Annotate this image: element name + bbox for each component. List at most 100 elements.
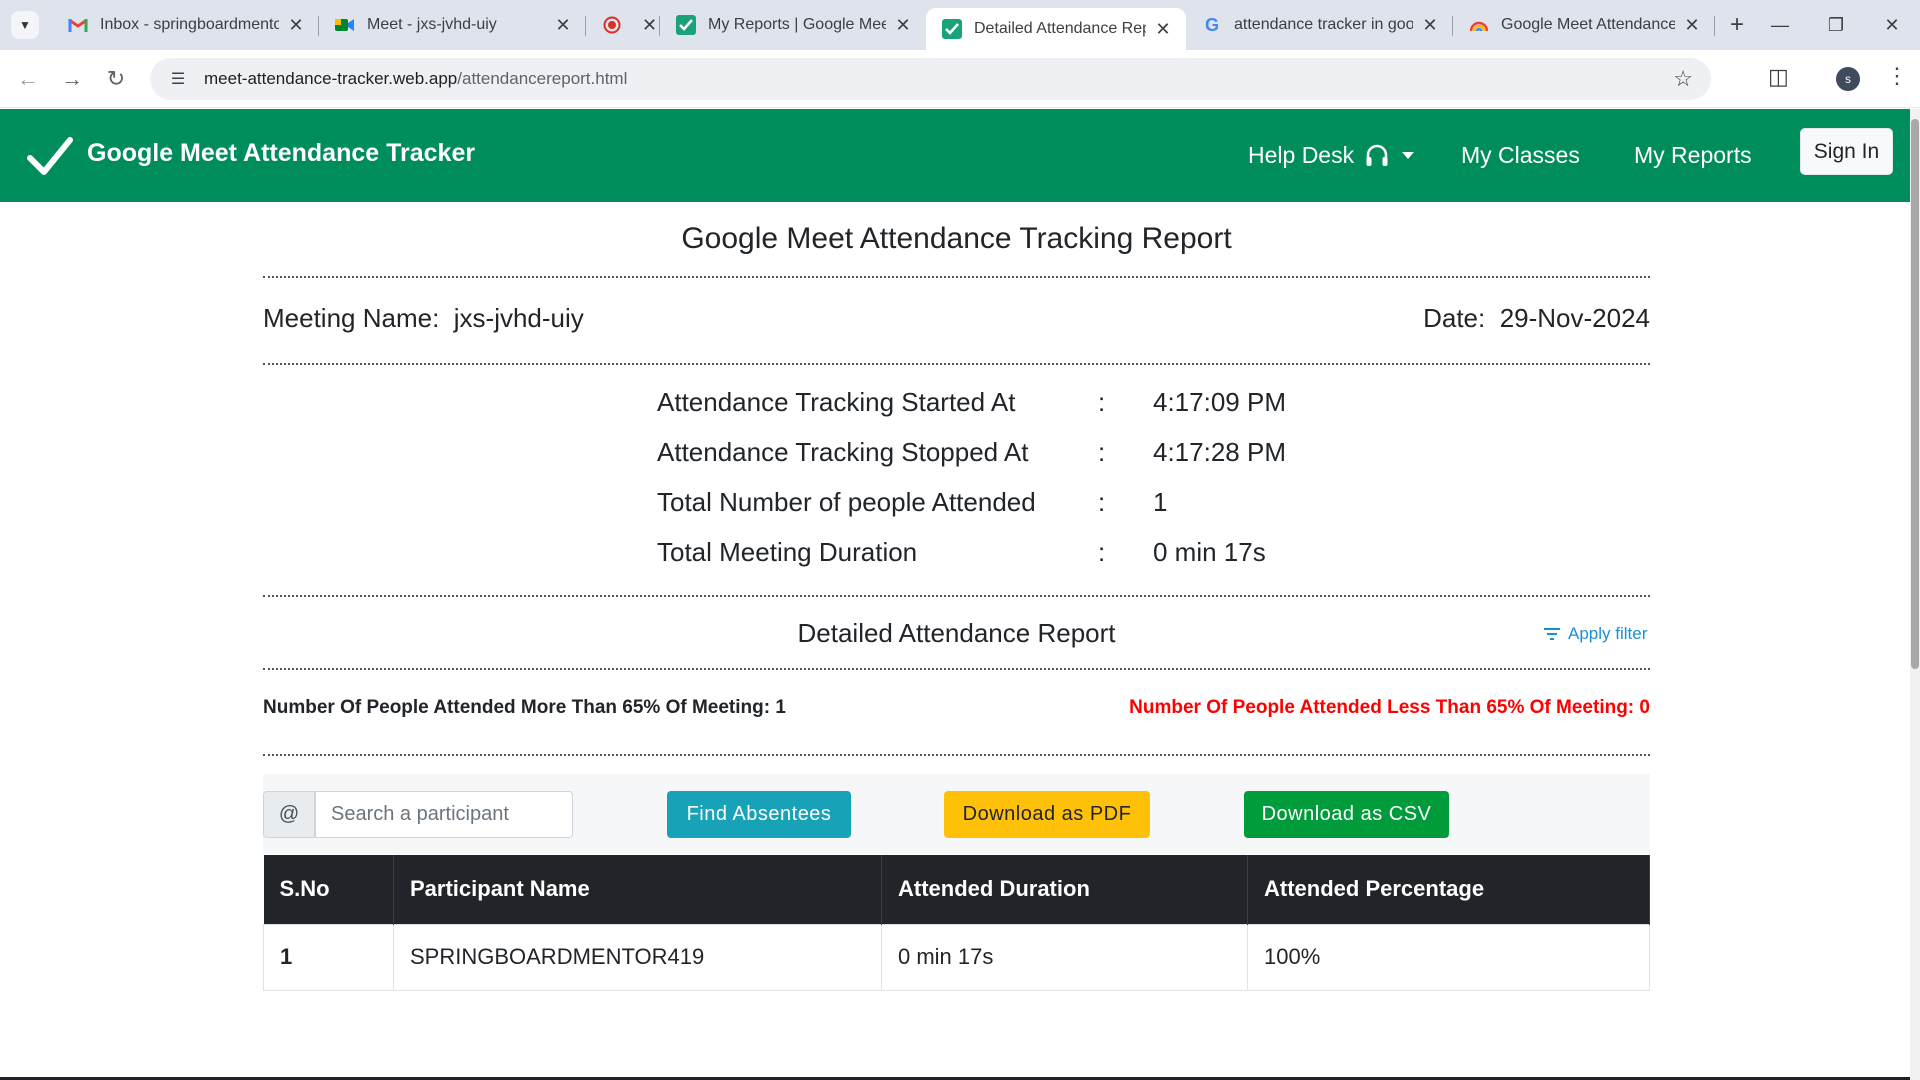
close-icon[interactable]: ✕ (287, 15, 305, 36)
address-bar[interactable]: ☰ meet-attendance-tracker.web.app/attend… (150, 58, 1711, 100)
close-icon[interactable]: ✕ (1421, 15, 1439, 36)
stat-stopped-label: Attendance Tracking Stopped At (657, 437, 1029, 467)
tab-detailed-attendance-report[interactable]: Detailed Attendance Repor ✕ (926, 8, 1186, 50)
tab-title: attendance tracker in goog (1234, 16, 1413, 33)
close-icon[interactable]: ✕ (554, 15, 572, 36)
close-icon[interactable]: ✕ (1154, 19, 1172, 40)
nav-my-reports[interactable]: My Reports (1634, 142, 1752, 169)
divider (263, 363, 1650, 365)
divider (263, 276, 1650, 278)
download-pdf-button[interactable]: Download as PDF (944, 791, 1150, 838)
column-header: Attended Percentage (1247, 855, 1650, 924)
search-participant-input[interactable] (315, 791, 573, 838)
tab-search-chevron-icon[interactable]: ▼ (11, 11, 39, 39)
site-settings-icon[interactable]: ☰ (164, 69, 192, 89)
find-absentees-button[interactable]: Find Absentees (667, 791, 851, 838)
divider (263, 754, 1650, 756)
url-text: meet-attendance-tracker.web.app/attendan… (204, 69, 627, 89)
filter-icon (1544, 628, 1560, 640)
stat-duration-label: Total Meeting Duration (657, 537, 918, 567)
window-controls: — ❐ ✕ (1752, 0, 1920, 50)
restore-icon[interactable]: ❐ (1808, 0, 1864, 50)
extensions-puzzle-icon[interactable]: ◫ (1768, 64, 1789, 90)
google-icon: G (1204, 14, 1219, 35)
url-path: /attendancereport.html (457, 69, 628, 88)
at-addon: @ (263, 791, 315, 838)
stat-stopped-value: 4:17:28 PM (1153, 437, 1286, 467)
window-close-icon[interactable]: ✕ (1864, 0, 1920, 50)
download-csv-button[interactable]: Download as CSV (1244, 791, 1449, 838)
stat-colon: : (1098, 387, 1106, 417)
meeting-date: Date: 29-Nov-2024 (1423, 303, 1650, 334)
table-header-row: S.No Participant Name Attended Duration … (263, 855, 1650, 924)
attended-less-than-count: Number Of People Attended Less Than 65% … (1129, 697, 1650, 719)
close-icon[interactable]: ✕ (1683, 15, 1701, 36)
date-value: 29-Nov-2024 (1499, 303, 1650, 333)
back-arrow-icon[interactable]: ← (6, 66, 50, 92)
cell-sno: 1 (263, 923, 394, 991)
bookmark-star-icon[interactable]: ☆ (1673, 66, 1693, 92)
divider (263, 668, 1650, 670)
sign-in-button[interactable]: Sign In (1800, 128, 1893, 175)
app-navbar: Google Meet Attendance Tracker Help Desk… (0, 109, 1910, 202)
column-header: S.No (263, 855, 394, 924)
attendance-check-icon (676, 15, 696, 35)
column-header: Participant Name (393, 855, 882, 924)
page-scrollbar[interactable] (1910, 109, 1920, 1080)
meeting-name-label: Meeting Name: (263, 303, 440, 333)
browser-tab-strip: ▼ Inbox - springboardmento ✕ Meet - jxs-… (0, 0, 1920, 50)
more-than-label: Number Of People Attended More Than 65% … (263, 697, 771, 718)
profile-avatar[interactable]: s (1836, 67, 1860, 91)
nav-my-classes[interactable]: My Classes (1461, 142, 1580, 169)
google-meet-icon (335, 15, 355, 35)
close-icon[interactable]: ✕ (642, 15, 657, 36)
browser-menu-icon[interactable]: ⋮ (1886, 63, 1908, 89)
detailed-report-title: Detailed Attendance Report (797, 618, 1116, 648)
headset-icon (1366, 144, 1388, 166)
tab-title: Meet - jxs-jvhd-uiy (367, 16, 497, 33)
stat-started-label: Attendance Tracking Started At (657, 387, 1016, 417)
tab-google-search[interactable]: G attendance tracker in goog ✕ (1186, 0, 1453, 50)
scrollbar-thumb[interactable] (1911, 119, 1919, 669)
brand-title[interactable]: Google Meet Attendance Tracker (87, 139, 475, 168)
forward-arrow-icon[interactable]: → (50, 66, 94, 92)
tab-title: My Reports | Google Meet (708, 16, 886, 33)
gmail-icon (68, 15, 88, 35)
less-than-label: Number Of People Attended Less Than 65% … (1129, 697, 1635, 718)
stat-colon: : (1098, 437, 1106, 467)
stat-total-people-label: Total Number of people Attended (657, 487, 1036, 517)
stat-started-value: 4:17:09 PM (1153, 387, 1286, 417)
tab-meet[interactable]: Meet - jxs-jvhd-uiy ✕ (319, 0, 586, 50)
tab-recording[interactable]: ✕ (586, 0, 660, 50)
new-tab-plus-icon[interactable]: + (1723, 11, 1751, 39)
date-label: Date: (1423, 303, 1486, 333)
browser-toolbar: ← → ↻ ☰ meet-attendance-tracker.web.app/… (0, 50, 1920, 108)
rainbow-icon (1469, 15, 1489, 35)
chevron-down-icon (1402, 152, 1415, 159)
meeting-name: Meeting Name: jxs-jvhd-uiy (263, 303, 584, 334)
tab-list: Inbox - springboardmento ✕ Meet - jxs-jv… (52, 0, 1715, 50)
help-desk-label: Help Desk (1248, 142, 1355, 168)
checkmark-logo-icon[interactable] (27, 136, 73, 176)
tab-inbox[interactable]: Inbox - springboardmento ✕ (52, 0, 319, 50)
close-icon[interactable]: ✕ (894, 15, 912, 36)
table-row: 1 SPRINGBOARDMENTOR419 0 min 17s 100% (263, 923, 1650, 991)
cell-participant-name: SPRINGBOARDMENTOR419 (393, 923, 882, 991)
minimize-icon[interactable]: — (1752, 0, 1808, 50)
nav-help-desk[interactable]: Help Desk (1248, 142, 1415, 169)
stat-colon: : (1098, 537, 1106, 567)
tab-separator (1714, 16, 1715, 36)
reload-icon[interactable]: ↻ (94, 66, 138, 92)
stat-total-people-value: 1 (1153, 487, 1168, 517)
apply-filter-link[interactable]: Apply filter (1544, 624, 1647, 644)
tab-title: Detailed Attendance Repor (974, 20, 1146, 37)
more-than-value: 1 (775, 697, 786, 718)
report-title: Google Meet Attendance Tracking Report (681, 222, 1232, 255)
cell-attended-duration: 0 min 17s (881, 923, 1248, 991)
less-than-value: 0 (1639, 697, 1650, 718)
tab-attendance-tracker-extension[interactable]: Google Meet Attendance T ✕ (1453, 0, 1715, 50)
attendance-table: S.No Participant Name Attended Duration … (263, 855, 1650, 991)
tab-my-reports[interactable]: My Reports | Google Meet ✕ (660, 0, 926, 50)
cell-attended-percentage: 100% (1247, 923, 1650, 991)
attendance-check-icon (942, 19, 962, 39)
